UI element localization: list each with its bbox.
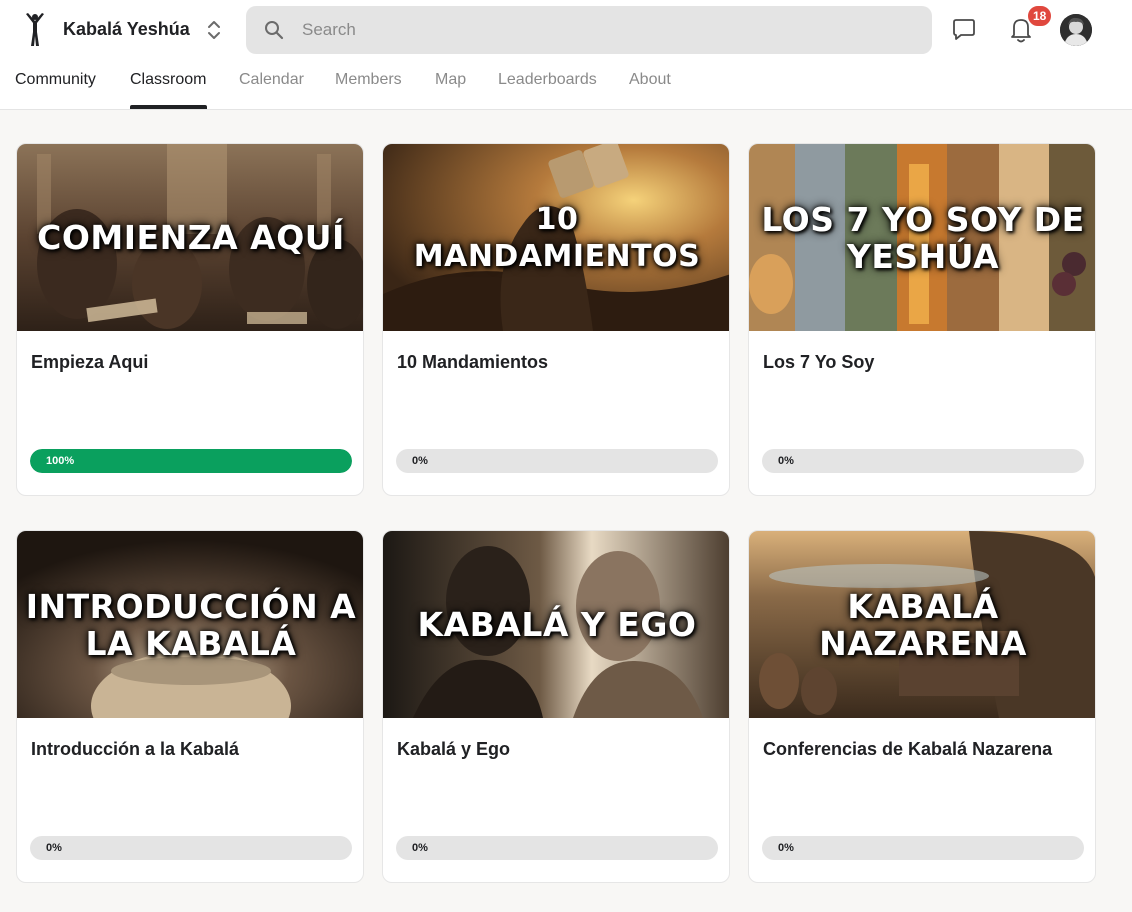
course-progress-bar: 0%	[396, 449, 718, 473]
course-title[interactable]: Los 7 Yo Soy	[763, 351, 1083, 373]
user-avatar[interactable]	[1060, 14, 1092, 46]
top-bar: Kabalá Yeshúa 18	[0, 0, 1132, 110]
course-progress-bar: 0%	[396, 836, 718, 860]
course-progress-label: 0%	[412, 455, 428, 467]
course-title[interactable]: Conferencias de Kabalá Nazarena	[763, 738, 1083, 760]
course-progress-label: 0%	[412, 842, 428, 854]
tab-leaderboards[interactable]: Leaderboards	[498, 70, 597, 90]
chevron-up-down-icon[interactable]	[204, 18, 224, 42]
course-title[interactable]: Kabalá y Ego	[397, 738, 717, 760]
course-card[interactable]: INTRODUCCIÓN A LA KABALÁ Introducción a …	[16, 530, 364, 883]
tab-classroom[interactable]: Classroom	[130, 70, 206, 90]
course-cover-image: LOS 7 YO SOY DE YESHÚA	[749, 144, 1095, 331]
tab-about[interactable]: About	[629, 70, 671, 90]
course-cover-text: COMIENZA AQUÍ	[37, 218, 345, 257]
nav-tabs: Community Classroom Calendar Members Map…	[0, 64, 1132, 110]
course-progress-fill	[30, 449, 352, 473]
course-cover-image: INTRODUCCIÓN A LA KABALÁ	[17, 531, 363, 718]
course-progress-bar: 0%	[30, 836, 352, 860]
course-title[interactable]: Empieza Aqui	[31, 351, 351, 373]
course-title[interactable]: 10 Mandamientos	[397, 351, 717, 373]
course-card[interactable]: KABALÁ NAZARENA Conferencias de Kabalá N…	[748, 530, 1096, 883]
course-progress-label: 0%	[778, 455, 794, 467]
course-progress-bar: 0%	[762, 449, 1084, 473]
course-title[interactable]: Introducción a la Kabalá	[31, 738, 351, 760]
course-progress-label: 0%	[778, 842, 794, 854]
search-bar[interactable]	[246, 6, 932, 54]
course-progress-label: 100%	[46, 455, 75, 467]
course-progress-label: 0%	[46, 842, 62, 854]
tab-members[interactable]: Members	[335, 70, 402, 90]
tab-map[interactable]: Map	[435, 70, 466, 90]
course-cover-image: 10 MANDAMIENTOS	[383, 144, 729, 331]
course-cover-image: COMIENZA AQUÍ	[17, 144, 363, 331]
course-cover-text: 10 MANDAMIENTOS	[413, 201, 701, 274]
course-cover-text: INTRODUCCIÓN A LA KABALÁ	[25, 586, 357, 663]
course-cover-text: KABALÁ Y EGO	[417, 605, 697, 644]
course-cover-text: KABALÁ NAZARENA	[819, 586, 1027, 663]
active-tab-indicator	[130, 105, 207, 109]
course-card[interactable]: COMIENZA AQUÍ Empieza Aqui 100%	[16, 143, 364, 496]
group-name[interactable]: Kabalá Yeshúa	[63, 18, 190, 40]
course-cover-image: KABALÁ Y EGO	[383, 531, 729, 718]
course-cover-text: LOS 7 YO SOY DE YESHÚA	[761, 199, 1085, 276]
course-progress-bar: 0%	[762, 836, 1084, 860]
search-input[interactable]	[302, 6, 902, 54]
course-card[interactable]: LOS 7 YO SOY DE YESHÚA Los 7 Yo Soy 0%	[748, 143, 1096, 496]
course-card[interactable]: 10 MANDAMIENTOS 10 Mandamientos 0%	[382, 143, 730, 496]
course-cover-image: KABALÁ NAZARENA	[749, 531, 1095, 718]
chat-bubble-icon[interactable]	[950, 16, 978, 44]
course-progress-bar: 100%	[30, 449, 352, 473]
tab-community[interactable]: Community	[15, 70, 96, 90]
figure-logo-icon[interactable]	[24, 12, 46, 48]
tab-calendar[interactable]: Calendar	[239, 70, 304, 90]
search-icon	[264, 20, 284, 40]
notification-badge[interactable]: 18	[1026, 4, 1054, 28]
course-card[interactable]: KABALÁ Y EGO Kabalá y Ego 0%	[382, 530, 730, 883]
